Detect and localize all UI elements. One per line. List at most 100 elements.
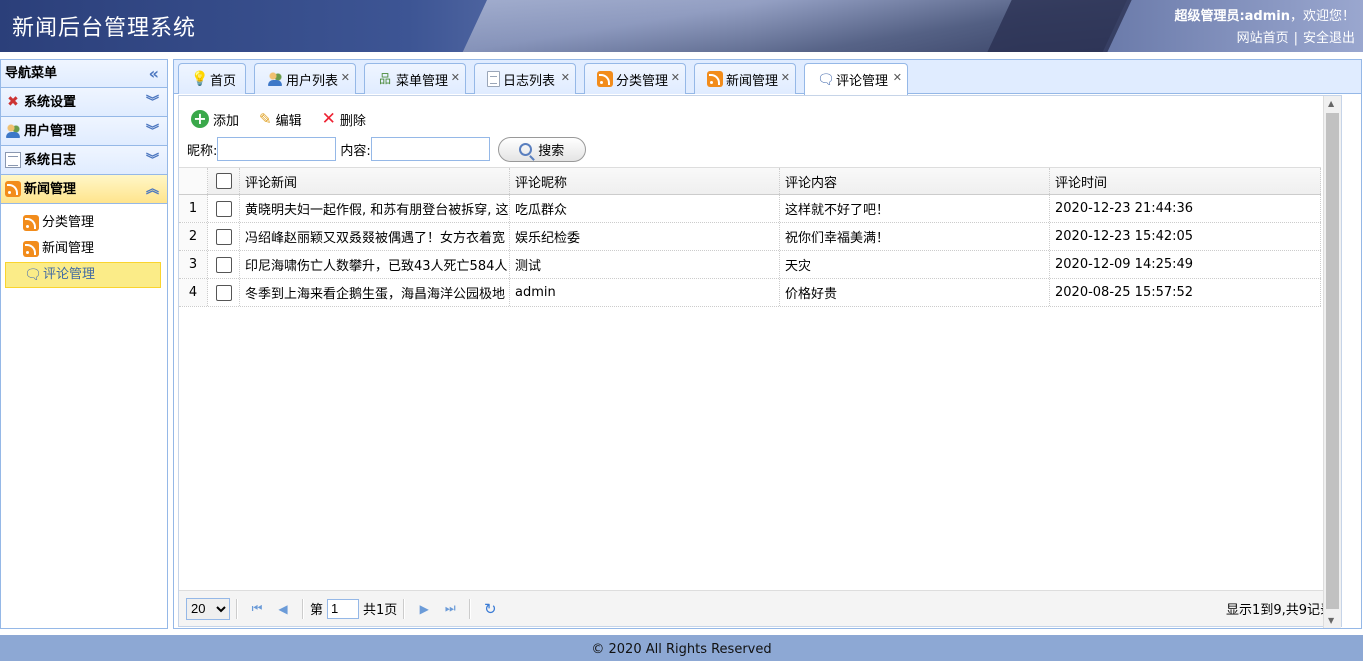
tab-category-management[interactable]: 分类管理 ✕ — [584, 63, 686, 94]
close-icon[interactable]: ✕ — [451, 71, 460, 84]
column-header-time[interactable]: 评论时间 — [1050, 168, 1321, 194]
rss-icon — [597, 71, 613, 87]
search-button[interactable]: 搜索 — [497, 136, 586, 162]
sidebar-group-body: 分类管理 新闻管理 🗨 评论管理 — [1, 204, 167, 288]
tab-label: 评论管理 — [836, 74, 889, 89]
search-button-label: 搜索 — [538, 143, 565, 159]
content-input[interactable] — [370, 137, 490, 161]
table-row[interactable]: 3 印尼海啸伤亡人数攀升，已致43人死亡584人 测试 天灾 2020-12-0… — [179, 251, 1321, 279]
expand-chevron-icon[interactable]: ︾ — [146, 117, 159, 146]
sidebar-item-label: 新闻管理 — [42, 241, 95, 256]
first-page-icon[interactable]: ⏮ — [244, 601, 270, 616]
cell-content: 价格好贵 — [780, 279, 1050, 306]
page-number-input[interactable] — [327, 598, 360, 619]
column-header-news[interactable]: 评论新闻 — [240, 168, 510, 194]
sidebar-group-label: 新闻管理 — [24, 181, 77, 197]
cell-news: 印尼海啸伤亡人数攀升，已致43人死亡584人 — [240, 251, 510, 278]
close-icon[interactable]: ✕ — [893, 71, 902, 84]
delete-button[interactable]: ✕ 删除 — [322, 109, 366, 129]
add-button[interactable]: + 添加 — [191, 110, 239, 129]
vertical-scrollbar[interactable]: ▲ ▼ — [1323, 96, 1341, 628]
tab-content: + 添加 ✎ 编辑 ✕ 删除 昵称: 内容: 搜索 评论新闻 评论昵称 评论内容… — [178, 95, 1342, 628]
row-checkbox[interactable] — [215, 228, 232, 245]
tab-label: 新闻管理 — [726, 73, 779, 89]
tab-log-list[interactable]: 日志列表 ✕ — [474, 63, 576, 94]
scrollbar-thumb[interactable] — [1326, 113, 1339, 609]
welcome-message: 超级管理员:admin，欢迎您！ — [1174, 5, 1355, 24]
pager-separator — [403, 598, 406, 619]
tools-icon: ✖ — [7, 94, 19, 110]
cell-nickname: admin — [510, 279, 780, 306]
sidebar-item-label: 分类管理 — [42, 215, 95, 230]
prev-page-icon[interactable]: ◀ — [270, 602, 296, 616]
tab-comment-management[interactable]: 🗨 评论管理 ✕ — [804, 63, 908, 95]
comment-icon: 🗨 — [24, 267, 42, 283]
tab-user-list[interactable]: 用户列表 ✕ — [254, 63, 356, 94]
users-icon — [5, 123, 21, 139]
scroll-up-icon[interactable]: ▲ — [1328, 99, 1334, 108]
sidebar-item-comments[interactable]: 🗨 评论管理 — [5, 262, 161, 288]
table-row[interactable]: 2 冯绍峰赵丽颖又双叒叕被偶遇了！女方衣着宽 娱乐纪检委 祝你们幸福美满！ 20… — [179, 223, 1321, 251]
expand-chevron-icon[interactable]: ︾ — [146, 88, 159, 117]
search-form: 昵称: 内容: 搜索 — [179, 134, 1341, 164]
link-separator: | — [1293, 31, 1298, 46]
sidebar-group-user-management[interactable]: 用户管理 ︾ — [1, 117, 167, 146]
sidebar-group-news-management[interactable]: 新闻管理 ︽ — [1, 175, 167, 204]
row-checkbox[interactable] — [215, 256, 232, 273]
copyright-text: © 2020 All Rights Reserved — [591, 642, 772, 657]
pager-separator — [236, 598, 238, 619]
row-number: 2 — [179, 223, 208, 250]
page-size-select[interactable]: 20 — [186, 597, 230, 620]
tab-home[interactable]: 💡 首页 — [178, 63, 246, 94]
expand-chevron-icon[interactable]: ︾ — [146, 146, 159, 175]
site-home-link[interactable]: 网站首页 — [1237, 31, 1289, 46]
next-page-icon[interactable]: ▶ — [411, 602, 437, 616]
sidebar-group-system-log[interactable]: 系统日志 ︾ — [1, 146, 167, 175]
row-checkbox[interactable] — [215, 200, 232, 217]
nickname-input[interactable] — [217, 137, 337, 161]
cell-time: 2020-08-25 15:57:52 — [1050, 279, 1321, 306]
sidebar-group-system-settings[interactable]: ✖ 系统设置 ︾ — [1, 88, 167, 117]
cell-content: 天灾 — [780, 251, 1050, 278]
pager-separator — [302, 598, 304, 619]
sidebar-title-bar: 导航菜单 « — [1, 60, 167, 88]
cell-news: 黄晓明夫妇一起作假, 和苏有朋登台被拆穿, 这 — [240, 195, 510, 222]
row-number: 3 — [179, 251, 208, 278]
close-icon[interactable]: ✕ — [561, 71, 570, 84]
collapse-sidebar-icon[interactable]: « — [149, 60, 159, 88]
cell-time: 2020-12-09 14:25:49 — [1050, 251, 1321, 278]
add-label: 添加 — [213, 113, 240, 129]
page-prefix: 第 — [310, 603, 324, 618]
logout-link[interactable]: 安全退出 — [1303, 31, 1355, 46]
close-icon[interactable]: ✕ — [671, 71, 680, 84]
comment-icon: 🗨 — [817, 71, 835, 88]
pager-info: 显示1到9,共9记录 — [1226, 603, 1333, 618]
table-row[interactable]: 1 黄晓明夫妇一起作假, 和苏有朋登台被拆穿, 这 吃瓜群众 这样就不好了吧！ … — [179, 195, 1321, 223]
cell-nickname: 测试 — [510, 251, 780, 278]
tab-menu-management[interactable]: 品 菜单管理 ✕ — [364, 63, 466, 94]
toolbar: + 添加 ✎ 编辑 ✕ 删除 — [179, 96, 1341, 134]
cell-content: 祝你们幸福美满！ — [780, 223, 1050, 250]
collapse-chevron-icon[interactable]: ︽ — [146, 175, 159, 204]
pagination-bar: 20 ⏮ ◀ 第 共1页 ▶ ⏭ ↻ 显示1到9,共9记录 — [179, 590, 1341, 626]
close-icon[interactable]: ✕ — [781, 71, 790, 84]
column-header-content[interactable]: 评论内容 — [780, 168, 1050, 194]
column-header-nickname[interactable]: 评论昵称 — [510, 168, 780, 194]
last-page-icon[interactable]: ⏭ — [437, 601, 463, 616]
sidebar-item-news[interactable]: 新闻管理 — [1, 236, 167, 262]
table-row[interactable]: 4 冬季到上海来看企鹅生蛋，海昌海洋公园极地 admin 价格好贵 2020-0… — [179, 279, 1321, 307]
delete-icon: ✕ — [321, 109, 336, 129]
close-icon[interactable]: ✕ — [341, 71, 350, 84]
refresh-icon[interactable]: ↻ — [477, 600, 503, 618]
sidebar-item-category[interactable]: 分类管理 — [1, 210, 167, 236]
select-all-checkbox[interactable] — [215, 173, 232, 189]
select-all-cell — [208, 168, 240, 194]
edit-button[interactable]: ✎ 编辑 — [259, 110, 302, 129]
page-total: 共1页 — [363, 603, 398, 618]
header-links: 网站首页 | 安全退出 — [1237, 27, 1355, 46]
tab-news-management[interactable]: 新闻管理 ✕ — [694, 63, 796, 94]
row-checkbox[interactable] — [215, 284, 232, 301]
scroll-down-icon[interactable]: ▼ — [1328, 616, 1334, 625]
banner-laptop-shadow — [983, 0, 1137, 52]
rss-icon — [5, 181, 21, 197]
